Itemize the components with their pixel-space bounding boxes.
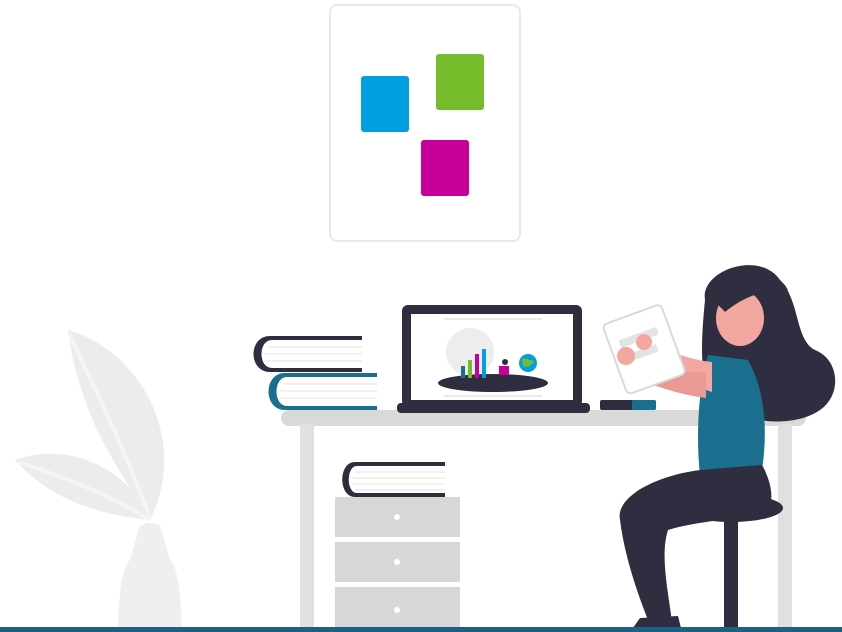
- book-stack-icon: [253, 336, 377, 410]
- desk-leg-right: [778, 424, 792, 632]
- desk-leg-left: [300, 424, 314, 632]
- desk-scene: [15, 265, 836, 632]
- marker-icon: [600, 400, 656, 410]
- drawer-unit: [335, 497, 460, 632]
- laptop-icon: [397, 305, 590, 413]
- book-on-drawer-icon: [342, 462, 445, 497]
- woman-reading-illustration: [602, 265, 836, 632]
- plant-icon: [15, 330, 182, 632]
- bottom-accent-bar: [0, 627, 842, 632]
- illustration-canvas: [0, 0, 842, 632]
